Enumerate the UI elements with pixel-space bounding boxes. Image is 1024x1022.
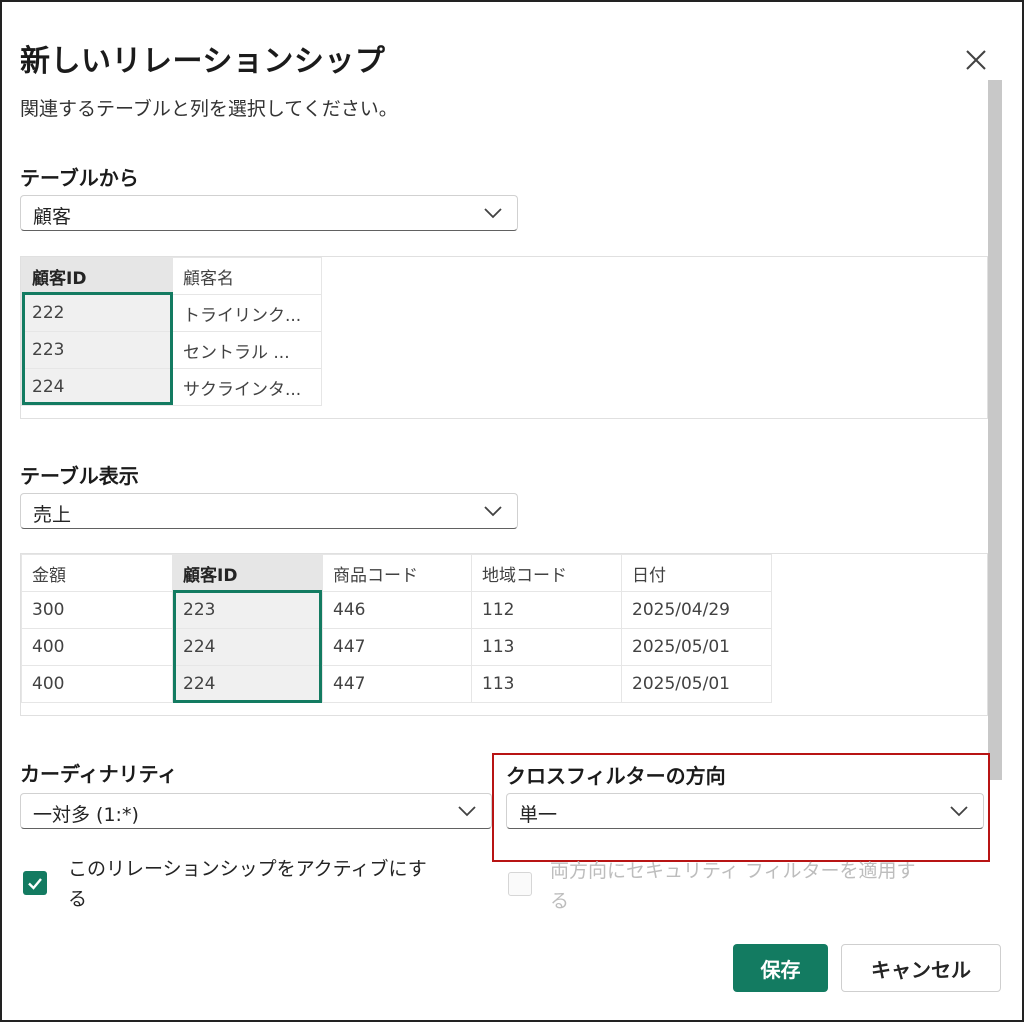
table-row: 300 223 446 112 2025/04/29 [21,591,772,629]
table-cell: 223 [21,331,173,369]
column-header-date[interactable]: 日付 [621,554,772,592]
table-cell: トライリンク... [172,294,322,332]
table-cell: 400 [21,665,173,703]
table-cell: 446 [322,591,472,629]
table-header-row: 金額 顧客ID 商品コード 地域コード 日付 [21,554,772,592]
table-cell: 300 [21,591,173,629]
table-cell: 222 [21,294,173,332]
dialog-title: 新しいリレーションシップ [20,44,386,79]
table-cell: 223 [172,591,323,629]
column-header-customer-id[interactable]: 顧客ID [21,257,173,295]
active-relationship-checkbox[interactable] [23,871,47,895]
security-filter-checkbox[interactable] [508,872,532,896]
table-cell: 447 [322,628,472,666]
scrollbar[interactable] [988,80,1002,780]
table-cell: 112 [471,591,622,629]
from-table-selected: 顧客 [33,206,72,228]
table-cell: 2025/05/01 [621,665,772,703]
table-cell: 113 [471,665,622,703]
chevron-down-icon [484,506,502,517]
cardinality-dropdown[interactable]: 一対多 (1:*) [20,793,492,829]
table-cell: 2025/04/29 [621,591,772,629]
column-header-amount[interactable]: 金額 [21,554,173,592]
to-table-selected: 売上 [33,504,72,526]
cardinality-label: カーディナリティ [20,762,178,786]
column-header-region-code[interactable]: 地域コード [471,554,622,592]
from-table-grid: 顧客ID 顧客名 222 トライリンク... 223 セントラル ... 224… [21,257,322,406]
table-row: 224 サクラインタ... [21,368,322,406]
chevron-down-icon [458,806,476,817]
table-cell: 447 [322,665,472,703]
table-cell: セントラル ... [172,331,322,369]
save-button[interactable]: 保存 [733,944,828,992]
table-row: 223 セントラル ... [21,331,322,369]
chevron-down-icon [484,208,502,219]
column-header-product-code[interactable]: 商品コード [322,554,472,592]
from-table-preview: 顧客ID 顧客名 222 トライリンク... 223 セントラル ... 224… [20,256,988,419]
table-cell: 2025/05/01 [621,628,772,666]
cancel-button[interactable]: キャンセル [841,944,1001,992]
table-cell: 113 [471,628,622,666]
relationship-dialog: 新しいリレーションシップ 関連するテーブルと列を選択してください。 テーブルから… [0,0,1024,1022]
table-header-row: 顧客ID 顧客名 [21,257,322,295]
table-cell: 224 [21,368,173,406]
table-cell: 400 [21,628,173,666]
column-header-customer-id[interactable]: 顧客ID [172,554,323,592]
table-cell: 224 [172,628,323,666]
highlight-box [492,753,990,862]
to-table-label: テーブル表示 [20,464,139,488]
table-cell: サクラインタ... [172,368,322,406]
to-table-dropdown[interactable]: 売上 [20,493,518,529]
table-row: 400 224 447 113 2025/05/01 [21,628,772,666]
to-table-grid: 金額 顧客ID 商品コード 地域コード 日付 300 223 446 112 2… [21,554,772,703]
table-cell: 224 [172,665,323,703]
table-row: 400 224 447 113 2025/05/01 [21,665,772,703]
column-header-customer-name[interactable]: 顧客名 [172,257,322,295]
active-relationship-label: このリレーションシップをアクティブにす る [68,858,427,910]
cardinality-selected: 一対多 (1:*) [33,804,139,826]
checkmark-icon [28,878,42,890]
dialog-subtitle: 関連するテーブルと列を選択してください。 [20,98,398,120]
close-icon[interactable] [960,44,992,76]
table-row: 222 トライリンク... [21,294,322,332]
from-table-dropdown[interactable]: 顧客 [20,195,518,231]
security-filter-label: 両方向にセキュリティ フィルターを適用す る [550,860,916,912]
from-table-label: テーブルから [20,166,139,190]
to-table-preview: 金額 顧客ID 商品コード 地域コード 日付 300 223 446 112 2… [20,553,988,716]
